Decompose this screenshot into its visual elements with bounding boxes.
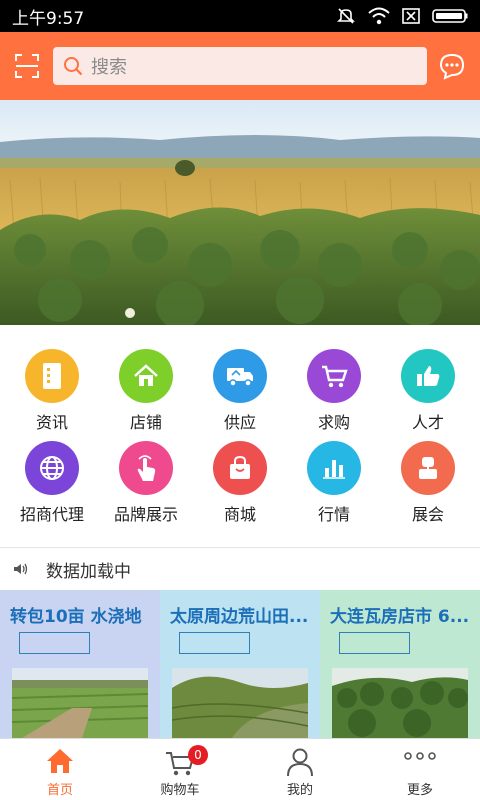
card-title: 转包10亩 水浇地 <box>10 607 142 627</box>
wifi-icon <box>368 7 390 25</box>
listing-card[interactable]: 转包10亩 水浇地 <box>0 590 160 738</box>
more-icon <box>404 752 436 760</box>
category-brand[interactable]: 品牌展示 <box>98 441 194 537</box>
tab-profile[interactable]: 我的 <box>240 739 360 800</box>
category-label: 商城 <box>223 505 256 524</box>
category-expo[interactable]: 展会 <box>380 441 476 537</box>
search-placeholder: 搜索 <box>91 57 127 78</box>
top-bar: 搜索 <box>0 32 480 100</box>
scan-icon <box>15 54 39 78</box>
card-title: 太原周边荒山田... <box>170 607 309 627</box>
tab-home[interactable]: 首页 <box>0 739 120 800</box>
banner-image[interactable] <box>0 100 480 325</box>
notice-text: 数据加载中 <box>46 561 131 582</box>
user-icon <box>287 748 313 777</box>
category-label: 品牌展示 <box>113 505 178 524</box>
category-market[interactable]: 行情 <box>286 441 382 537</box>
category-grid: 资讯 店铺 供应 求购 人才 招商代理 品牌展示 商城 行情 展会 <box>0 325 480 547</box>
truck-icon <box>213 349 267 403</box>
category-news[interactable]: 资讯 <box>4 349 100 445</box>
tab-more[interactable]: 更多 <box>360 739 480 800</box>
globe-icon <box>25 441 79 495</box>
category-supply[interactable]: 供应 <box>192 349 288 445</box>
status-bar: 上午9:57 <box>0 0 480 32</box>
card-tag-box <box>19 632 90 654</box>
tab-cart[interactable]: 0 购物车 <box>120 739 240 800</box>
mute-icon <box>337 8 355 24</box>
category-label: 行情 <box>317 505 350 524</box>
category-label: 供应 <box>223 413 256 432</box>
bar-chart-icon <box>307 441 361 495</box>
tab-label: 首页 <box>46 783 73 798</box>
home-icon <box>47 749 73 773</box>
listing-cards: 转包10亩 水浇地 太原周边荒山田... 大连瓦房店市 6... <box>0 590 480 738</box>
notice-bar[interactable]: 数据加载中 <box>0 547 480 590</box>
home-icon <box>119 349 173 403</box>
search-input[interactable]: 搜索 <box>53 47 427 85</box>
thumbs-up-icon <box>401 349 455 403</box>
status-time: 上午9:57 <box>12 8 85 29</box>
category-label: 展会 <box>411 505 444 524</box>
category-purchase[interactable]: 求购 <box>286 349 382 445</box>
document-icon <box>25 349 79 403</box>
category-label: 招商代理 <box>19 505 84 524</box>
chat-icon <box>439 53 465 80</box>
category-label: 资讯 <box>35 413 68 432</box>
touch-icon <box>119 441 173 495</box>
category-label: 人才 <box>411 413 444 432</box>
wheat-field-illustration <box>0 100 480 325</box>
bottom-tab-bar: 首页 0 购物车 我的 更多 <box>0 738 480 800</box>
card-tag-box <box>179 632 250 654</box>
tab-label: 购物车 <box>160 783 200 798</box>
scan-button[interactable] <box>0 32 54 100</box>
farmland-photo <box>12 668 148 738</box>
shopping-bag-icon <box>213 441 267 495</box>
battery-icon <box>432 9 468 23</box>
hillside-photo <box>172 668 308 738</box>
category-franchise[interactable]: 招商代理 <box>4 441 100 537</box>
listing-card[interactable]: 大连瓦房店市 6... <box>320 590 480 738</box>
category-store[interactable]: 店铺 <box>98 349 194 445</box>
category-label: 求购 <box>317 413 350 432</box>
cake-icon <box>401 441 455 495</box>
cart-icon <box>307 349 361 403</box>
listing-card[interactable]: 太原周边荒山田... <box>160 590 320 738</box>
cart-badge: 0 <box>188 745 208 765</box>
forest-photo <box>332 668 468 738</box>
sim-icon <box>402 8 420 24</box>
category-label: 店铺 <box>129 413 162 432</box>
speaker-icon <box>14 563 28 575</box>
category-talent[interactable]: 人才 <box>380 349 476 445</box>
message-button[interactable] <box>438 52 466 80</box>
status-icons <box>336 6 468 26</box>
category-mall[interactable]: 商城 <box>192 441 288 537</box>
tab-label: 更多 <box>406 783 433 798</box>
card-title: 大连瓦房店市 6... <box>330 607 470 627</box>
search-icon <box>64 57 83 76</box>
card-tag-box <box>339 632 410 654</box>
tab-label: 我的 <box>286 783 313 798</box>
